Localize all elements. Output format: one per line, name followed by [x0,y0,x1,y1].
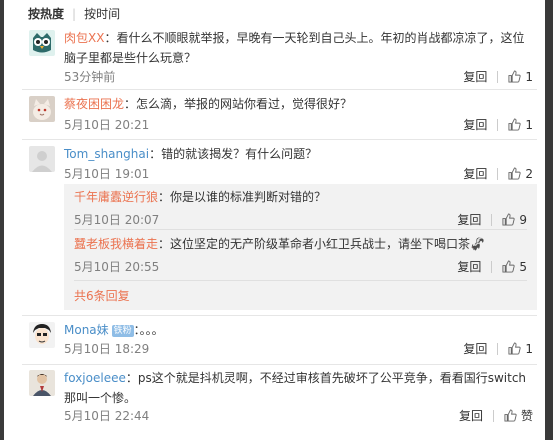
comment-text: foxjoeleee：ps这个就是抖机灵啊，不经过审核首先破坏了公平竞争，看看国… [64,368,533,408]
manga-avatar-icon[interactable] [29,322,55,348]
comment-actions: 复回 1 [463,340,533,357]
comment-body: ：。。。 [133,323,164,337]
comment-actions: 复回 2 [463,165,533,182]
sub-reply-username[interactable]: 千年庸蠹逆行狼 [74,190,158,204]
comment-username[interactable]: 肉包XX [64,31,104,45]
comment-actions: 复回 1 [463,116,533,133]
comment-time: 53分钟前 [64,70,116,84]
sub-reply-time: 5月10日 20:55 [74,260,160,274]
action-separator [491,260,493,273]
sub-reply-body: ：你是以谁的标准判断对错的？ [158,190,327,204]
comment-divider [22,315,537,316]
comment-username[interactable]: Mona妹 [64,323,109,337]
sub-reply-divider [74,280,527,281]
comment-item: 蔡夜困困龙：怎么滴，举报的网站你看过，觉得很好？ 5月10日 20:21 复回 … [22,94,537,134]
comment-body: ：怎么滴，举报的网站你看过，觉得很好？ [124,97,353,111]
fan-badge: 铁粉 [111,325,134,337]
like-button[interactable]: 赞 [504,407,533,424]
comment-body: ：ps这个就是抖机灵啊，不经过审核首先破坏了公平竞争，看看国行switch那叫一… [64,371,527,405]
sort-by-hot-tab[interactable]: 按热度 [28,7,64,21]
like-button[interactable]: 1 [508,70,533,84]
sub-reply-actions: 复回 9 [457,211,527,228]
window-frame-left [0,0,4,440]
thumbs-up-icon [502,213,515,226]
sub-reply-divider [74,229,527,230]
like-count: 2 [525,166,533,181]
thumbs-up-icon [508,118,521,131]
action-separator [492,409,494,422]
cat-avatar-icon[interactable] [29,96,55,122]
comment-username[interactable]: foxjoeleee [64,371,126,385]
action-separator [497,167,499,180]
reply-button[interactable]: 复回 [463,340,487,357]
default-avatar-icon[interactable] [29,146,55,172]
comment-divider [22,89,537,90]
like-count: 5 [519,259,527,274]
comment-item: foxjoeleee：ps这个就是抖机灵啊，不经过审核首先破坏了公平竞争，看看国… [22,368,537,428]
sub-reply-item: 蠶老板我横着走：这位坚定的无产阶级革命者小红卫兵战士，请坐下喝口茶🦨 5月10日… [74,234,527,276]
reply-button[interactable]: 复回 [463,116,487,133]
reply-button[interactable]: 复回 [457,211,481,228]
reply-button[interactable]: 复回 [463,68,487,85]
sub-reply-body: ：这位坚定的无产阶级革命者小红卫兵战士，请坐下喝口茶🦨 [158,237,485,251]
comment-time: 5月10日 20:21 [64,118,150,132]
reply-button[interactable]: 复回 [459,407,483,424]
like-count: 1 [525,69,533,84]
comment-item: Tom_shanghai：错的就该揭发？有什么问题？ 5月10日 19:01 复… [22,144,537,184]
comment-item: 肉包XX：看什么不顺眼就举报，早晚有一天轮到自己头上。年初的肖战都凉凉了，这位脑… [22,28,537,86]
action-separator [491,213,493,226]
comment-divider [22,364,537,365]
comment-body: ：看什么不顺眼就举报，早晚有一天轮到自己头上。年初的肖战都凉凉了，这位脑子里都是… [64,31,525,65]
comment-text: 肉包XX：看什么不顺眼就举报，早晚有一天轮到自己头上。年初的肖战都凉凉了，这位脑… [64,28,533,68]
comment-time: 5月10日 22:44 [64,409,150,423]
reply-button[interactable]: 复回 [463,165,487,182]
comment-time: 5月10日 18:29 [64,342,150,356]
like-button[interactable]: 9 [502,213,527,227]
like-button[interactable]: 5 [502,260,527,274]
like-count: 9 [519,212,527,227]
comment-time: 5月10日 19:01 [64,167,150,181]
comment-text: Tom_shanghai：错的就该揭发？有什么问题？ [64,144,533,164]
sub-replies-box: 千年庸蠹逆行狼：你是以谁的标准判断对错的？ 5月10日 20:07 复回 9 蠶… [64,184,537,310]
comment-username[interactable]: 蔡夜困困龙 [64,97,124,111]
action-separator [497,342,499,355]
sort-by-time-tab[interactable]: 按时间 [84,7,120,21]
like-count: 赞 [520,409,533,423]
action-separator [497,70,499,83]
like-button[interactable]: 1 [508,118,533,132]
sub-reply-text: 千年庸蠹逆行狼：你是以谁的标准判断对错的？ [74,187,326,207]
comment-text: 蔡夜困困龙：怎么滴，举报的网站你看过，觉得很好？ [64,94,533,114]
thumbs-up-icon [508,167,521,180]
sub-reply-text: 蠶老板我横着走：这位坚定的无产阶级革命者小红卫兵战士，请坐下喝口茶🦨 [74,234,485,254]
like-button[interactable]: 1 [508,342,533,356]
action-separator [497,118,499,131]
comment-body: ：错的就该揭发？有什么问题？ [149,147,318,161]
sub-reply-actions: 复回 5 [457,258,527,275]
sort-separator: | [72,7,77,21]
thumbs-up-icon [508,70,521,83]
like-button[interactable]: 2 [508,167,533,181]
sort-bar: 按热度 | 按时间 [28,5,120,23]
reply-button[interactable]: 复回 [457,258,481,275]
like-count: 1 [525,341,533,356]
sub-reply-username[interactable]: 蠶老板我横着走 [74,237,158,251]
comment-username[interactable]: Tom_shanghai [64,147,149,161]
window-frame-right [545,0,553,440]
owl-avatar-icon[interactable] [29,30,55,56]
more-replies-link[interactable]: 共6条回复 [74,287,130,304]
comment-actions: 复回 1 [463,68,533,85]
comment-item: Mona妹 铁粉：。。。 5月10日 18:29 复回 1 [22,320,537,360]
like-count: 1 [525,117,533,132]
comment-divider [22,139,537,140]
comment-text: Mona妹 铁粉：。。。 [64,320,533,340]
sub-reply-item: 千年庸蠹逆行狼：你是以谁的标准判断对错的？ 5月10日 20:07 复回 9 [74,187,527,229]
photo-avatar-icon[interactable] [29,370,55,396]
thumbs-up-icon [502,260,515,273]
thumbs-up-icon [504,409,517,422]
comment-actions: 复回 赞 [459,407,533,424]
sub-reply-time: 5月10日 20:07 [74,213,160,227]
thumbs-up-icon [508,342,521,355]
